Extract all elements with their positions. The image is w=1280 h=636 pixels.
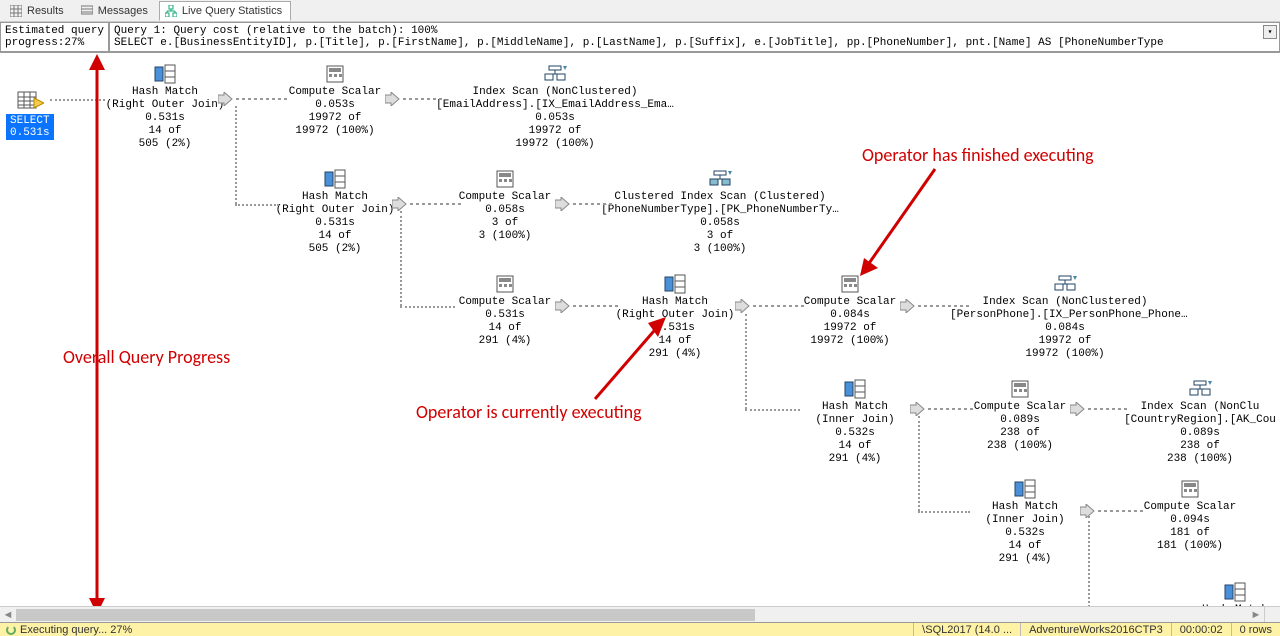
grid-icon xyxy=(9,4,23,18)
query-cost-line: Query 1: Query cost (relative to the bat… xyxy=(114,25,1275,37)
operator-select[interactable]: SELECT0.531s xyxy=(6,90,54,140)
scroll-left-icon[interactable]: ◄ xyxy=(0,607,16,623)
operator-compute-scalar-3[interactable]: Compute Scalar 0.531s 14 of 291 (4%) xyxy=(455,274,555,348)
tab-results[interactable]: Results xyxy=(4,1,73,21)
operator-compute-scalar-2[interactable]: Compute Scalar 0.058s 3 of 3 (100%) xyxy=(455,169,555,243)
clustered-index-scan-icon xyxy=(708,169,732,189)
flow-arrow-icon xyxy=(900,299,970,313)
compute-scalar-icon xyxy=(1178,479,1202,499)
flow-arrow-icon xyxy=(735,299,805,313)
red-arrow-executing-icon xyxy=(590,309,680,409)
select-icon xyxy=(16,90,44,112)
tab-live-query-stats[interactable]: Live Query Statistics xyxy=(159,1,291,21)
hash-match-icon xyxy=(153,64,177,84)
operator-compute-scalar-1[interactable]: Compute Scalar 0.053s 19972 of 19972 (10… xyxy=(285,64,385,138)
hash-match-icon xyxy=(1223,582,1247,602)
flow-arrow-icon xyxy=(910,402,975,416)
scroll-corner xyxy=(1264,606,1280,622)
plan-icon xyxy=(164,4,178,18)
status-elapsed: 00:00:02 xyxy=(1171,623,1231,636)
scroll-thumb[interactable] xyxy=(16,609,755,621)
index-scan-icon xyxy=(1053,274,1077,294)
status-server: \SQL2017 (14.0 ... xyxy=(913,623,1020,636)
operator-compute-scalar-5[interactable]: Compute Scalar 0.089s 238 of 238 (100%) xyxy=(970,379,1070,453)
query-sql-line: SELECT e.[BusinessEntityID], p.[Title], … xyxy=(114,37,1275,49)
tab-messages-label: Messages xyxy=(98,5,148,17)
connector xyxy=(745,314,747,409)
horizontal-scrollbar[interactable]: ◄ ► xyxy=(0,606,1264,622)
select-label: SELECT0.531s xyxy=(6,114,54,140)
hash-match-icon xyxy=(1013,479,1037,499)
operator-index-scan-3[interactable]: Index Scan (NonClustered) [PersonPhone].… xyxy=(950,274,1180,361)
connector xyxy=(400,211,402,306)
compute-scalar-icon xyxy=(323,64,347,84)
query-text: Query 1: Query cost (relative to the bat… xyxy=(109,22,1280,52)
compute-scalar-icon xyxy=(1008,379,1032,399)
operator-hash-match-4[interactable]: Hash Match (Inner Join) 0.532s 14 of 291… xyxy=(800,379,910,466)
scroll-right-icon[interactable]: ► xyxy=(1248,607,1264,623)
operator-compute-scalar-4[interactable]: Compute Scalar 0.084s 19972 of 19972 (10… xyxy=(800,274,900,348)
connector xyxy=(918,416,920,511)
operator-index-scan-1[interactable]: Index Scan (NonClustered) [EmailAddress]… xyxy=(430,64,680,151)
operator-hash-match-5[interactable]: Hash Match (Inner Join) 0.532s 14 of 291… xyxy=(970,479,1080,566)
operator-index-scan-4[interactable]: Index Scan (NonClu [CountryRegion].[AK_C… xyxy=(1120,379,1280,466)
connector xyxy=(235,204,279,206)
messages-icon xyxy=(80,4,94,18)
tab-live-label: Live Query Statistics xyxy=(182,5,282,17)
connector xyxy=(745,409,800,411)
hash-match-icon xyxy=(843,379,867,399)
red-double-arrow-icon xyxy=(84,54,110,606)
spinner-icon xyxy=(6,625,16,635)
estimated-progress: Estimated queryprogress:27% xyxy=(0,22,109,52)
operator-compute-scalar-6[interactable]: Compute Scalar 0.094s 181 of 181 (100%) xyxy=(1140,479,1240,553)
index-scan-icon xyxy=(543,64,567,84)
compute-scalar-icon xyxy=(493,274,517,294)
status-rows: 0 rows xyxy=(1231,623,1280,636)
flow-arrow-icon xyxy=(392,197,462,211)
operator-clustered-index-scan[interactable]: Clustered Index Scan (Clustered) [PhoneN… xyxy=(600,169,840,256)
status-executing: Executing query... 27% xyxy=(20,624,132,636)
compute-scalar-icon xyxy=(493,169,517,189)
vertical-scrollbar[interactable] xyxy=(1264,54,1280,606)
connector xyxy=(400,306,455,308)
flow-arrow-icon xyxy=(555,197,615,211)
index-scan-icon xyxy=(1188,379,1212,399)
hash-match-icon xyxy=(323,169,347,189)
connector xyxy=(235,106,237,204)
flow-arrow-icon xyxy=(385,92,445,106)
operator-hash-match-2[interactable]: Hash Match (Right Outer Join) 0.531s 14 … xyxy=(275,169,395,256)
execution-plan-canvas[interactable]: SELECT0.531s Hash Match (Right Outer Joi… xyxy=(0,54,1280,606)
flow-arrow-icon xyxy=(1070,402,1130,416)
scroll-track[interactable] xyxy=(16,607,1248,623)
connector xyxy=(1088,516,1090,606)
result-tabs: Results Messages Live Query Statistics xyxy=(0,0,1280,22)
status-bar: Executing query... 27% \SQL2017 (14.0 ..… xyxy=(0,622,1280,636)
tab-results-label: Results xyxy=(27,5,64,17)
operator-hash-match-1[interactable]: Hash Match (Right Outer Join) 0.531s 14 … xyxy=(105,64,225,151)
connector xyxy=(918,511,970,513)
tab-messages[interactable]: Messages xyxy=(75,1,157,21)
hash-match-icon xyxy=(663,274,687,294)
flow-arrow-icon xyxy=(218,92,288,106)
red-arrow-finished-icon xyxy=(850,164,950,284)
status-database: AdventureWorks2016CTP3 xyxy=(1020,623,1171,636)
query-dropdown-icon[interactable]: ▾ xyxy=(1263,25,1277,39)
query-header: Estimated queryprogress:27% Query 1: Que… xyxy=(0,22,1280,53)
annotation-finished: Operator has finished executing xyxy=(862,144,1094,166)
